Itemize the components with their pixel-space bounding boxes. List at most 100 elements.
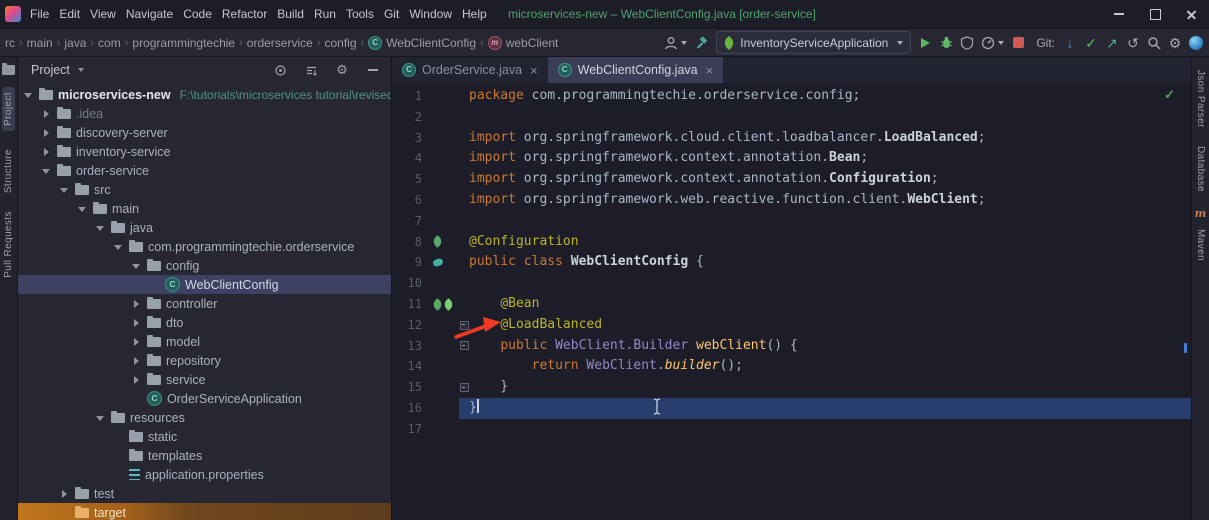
fold-marker-icon[interactable] (459, 341, 469, 351)
maximize-button[interactable] (1137, 0, 1173, 28)
code-text[interactable]: return WebClient.builder(); (469, 356, 1191, 377)
code-line[interactable]: 8 @Configuration (392, 232, 1191, 253)
tab-close-icon[interactable]: × (530, 63, 538, 78)
tree-item-model[interactable]: model (18, 332, 391, 351)
spring-leaf-icon[interactable] (431, 297, 444, 311)
breadcrumb-item-config[interactable]: config (321, 36, 359, 50)
menu-item-navigate[interactable]: Navigate (121, 0, 178, 28)
menu-item-window[interactable]: Window (404, 0, 457, 28)
menu-item-code[interactable]: Code (178, 0, 217, 28)
chevron-down-icon[interactable] (130, 260, 142, 272)
chevron-down-icon[interactable] (76, 203, 88, 215)
breadcrumb-item-main[interactable]: main (24, 36, 56, 50)
menu-item-view[interactable]: View (85, 0, 121, 28)
menu-item-refactor[interactable]: Refactor (217, 0, 272, 28)
tree-item-dto[interactable]: dto (18, 313, 391, 332)
user-avatar-icon[interactable] (664, 34, 688, 52)
build-hammer-icon[interactable] (694, 34, 709, 52)
fold-column[interactable] (459, 377, 469, 398)
code-text[interactable] (469, 419, 1191, 440)
chevron-down-icon[interactable] (58, 184, 70, 196)
run-button[interactable] (918, 34, 932, 52)
chevron-right-icon[interactable] (58, 488, 70, 500)
breadcrumb-item-orderservice[interactable]: orderservice (244, 36, 316, 50)
gutter[interactable] (430, 273, 459, 294)
gutter[interactable] (430, 419, 459, 440)
breadcrumb-item-webclientconfig[interactable]: C WebClientConfig (365, 35, 479, 50)
tab-close-icon[interactable]: × (706, 63, 714, 78)
git-push-icon[interactable]: ↗ (1105, 34, 1119, 52)
breadcrumb-item-com[interactable]: com (95, 36, 124, 50)
code-line[interactable]: 9 public class WebClientConfig { (392, 252, 1191, 273)
debug-bug-icon[interactable] (939, 34, 953, 52)
locate-file-icon[interactable] (272, 62, 288, 78)
gutter[interactable] (430, 252, 459, 273)
gutter[interactable] (430, 211, 459, 232)
hide-panel-icon[interactable] (365, 62, 381, 78)
code-line[interactable]: 6 import org.springframework.web.reactive… (392, 190, 1191, 211)
code-text[interactable] (469, 107, 1191, 128)
chevron-right-icon[interactable] (130, 336, 142, 348)
tree-item-src[interactable]: src (18, 180, 391, 199)
code-text[interactable]: import org.springframework.context.annot… (469, 169, 1191, 190)
tool-window-button-maven[interactable]: Maven (1195, 229, 1206, 261)
chevron-right-icon[interactable] (40, 108, 52, 120)
menu-item-build[interactable]: Build (272, 0, 309, 28)
code-text[interactable] (469, 211, 1191, 232)
code-editor[interactable]: 1 package com.programmingtechie.orderserv… (392, 83, 1191, 520)
code-text[interactable]: import org.springframework.context.annot… (469, 148, 1191, 169)
tree-item-com-programmingtechie-orderservice[interactable]: com.programmingtechie.orderservice (18, 237, 391, 256)
tree-item-inventory-service[interactable]: inventory-service (18, 142, 391, 161)
tree-item-test[interactable]: test (18, 484, 391, 503)
gutter[interactable] (430, 128, 459, 149)
minimize-button[interactable] (1101, 0, 1137, 28)
code-line[interactable]: 17 (392, 419, 1191, 440)
chevron-right-icon[interactable] (40, 127, 52, 139)
breadcrumb-item-programmingtechie[interactable]: programmingtechie (129, 36, 238, 50)
spring-leaf-icon[interactable] (442, 297, 455, 311)
editor-tab-orderservice-java[interactable]: C OrderService.java × (392, 57, 548, 83)
chevron-right-icon[interactable] (130, 298, 142, 310)
inspections-ok-icon[interactable]: ✓ (1164, 87, 1175, 103)
chevron-down-icon[interactable] (112, 241, 124, 253)
tool-window-button-json-parser[interactable]: Json Parser (1195, 70, 1206, 128)
settings-gear-icon[interactable]: ⚙ (1168, 34, 1182, 52)
tool-window-button-project[interactable]: Project (2, 87, 15, 131)
tree-item-service[interactable]: service (18, 370, 391, 389)
tree-item-java[interactable]: java (18, 218, 391, 237)
profiler-gauge-icon[interactable] (981, 34, 1005, 52)
menu-item-help[interactable]: Help (457, 0, 492, 28)
menu-item-edit[interactable]: Edit (54, 0, 85, 28)
chevron-down-icon[interactable] (40, 165, 52, 177)
code-line[interactable]: 3 import org.springframework.cloud.client… (392, 128, 1191, 149)
code-line[interactable]: 7 (392, 211, 1191, 232)
gutter[interactable] (430, 294, 459, 315)
tree-item-templates[interactable]: templates (18, 446, 391, 465)
stop-button[interactable] (1011, 34, 1025, 52)
gutter[interactable] (430, 232, 459, 253)
gutter[interactable] (430, 107, 459, 128)
code-text[interactable] (469, 273, 1191, 294)
tool-window-button-pull-requests[interactable]: Pull Requests (3, 211, 14, 278)
code-line[interactable]: 13 public WebClient.Builder webClient() … (392, 336, 1191, 357)
tree-item-static[interactable]: static (18, 427, 391, 446)
git-commit-icon[interactable]: ✓ (1084, 34, 1098, 52)
fold-marker-icon[interactable] (459, 383, 469, 393)
tree-item-resources[interactable]: resources (18, 408, 391, 427)
chevron-right-icon[interactable] (130, 317, 142, 329)
git-update-icon[interactable]: ↓ (1063, 34, 1077, 52)
breadcrumb-item-rc[interactable]: rc (2, 36, 18, 50)
tree-item-controller[interactable]: controller (18, 294, 391, 313)
gutter[interactable] (430, 169, 459, 190)
code-line[interactable]: 11 @Bean (392, 294, 1191, 315)
gutter[interactable] (430, 377, 459, 398)
code-line[interactable]: 15 } (392, 377, 1191, 398)
rollback-icon[interactable]: ↺ (1126, 34, 1140, 52)
chevron-right-icon[interactable] (130, 374, 142, 386)
project-panel-title[interactable]: Project (31, 63, 70, 77)
breadcrumb-item-java[interactable]: java (61, 36, 89, 50)
tree-item-application-properties[interactable]: application.properties (18, 465, 391, 484)
tool-window-button-database[interactable]: Database (1195, 146, 1206, 192)
code-line[interactable]: 12 @LoadBalanced (392, 315, 1191, 336)
gutter[interactable] (430, 190, 459, 211)
